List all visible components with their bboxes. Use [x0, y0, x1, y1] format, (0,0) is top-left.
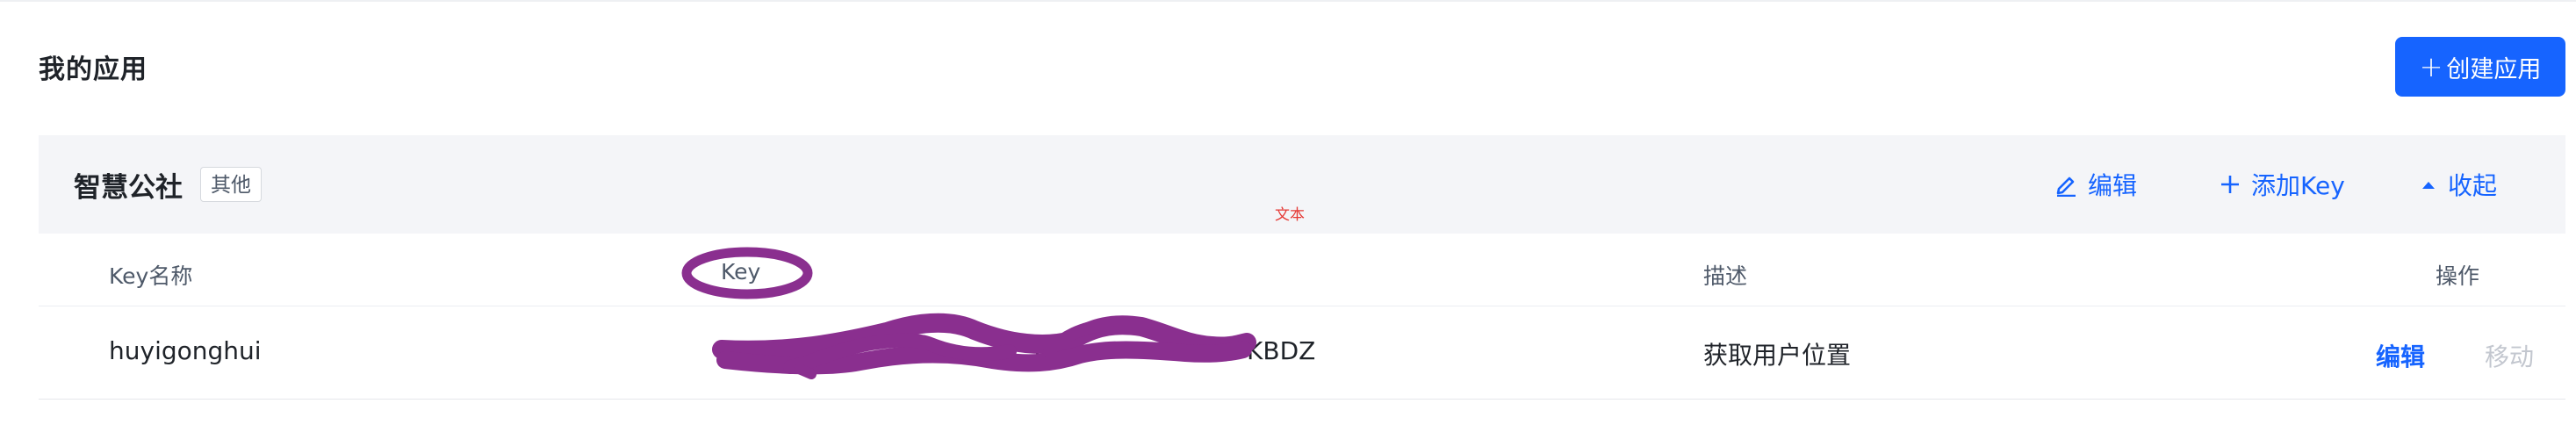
edit-app-button[interactable]: 编辑 — [2054, 167, 2137, 202]
key-value-end: KBDZ — [1247, 336, 1316, 365]
collapse-button[interactable]: 收起 — [2420, 167, 2497, 202]
plus-icon — [2221, 176, 2239, 193]
add-key-button[interactable]: 添加Key — [2220, 167, 2345, 202]
app-category-tag: 其他 — [200, 167, 262, 202]
header-key-name: Key名称 — [109, 263, 193, 289]
add-key-label: 添加Key — [2251, 171, 2345, 200]
caret-up-icon — [2422, 182, 2435, 189]
key-value-mid: OW — [1034, 336, 1078, 365]
plus-icon: + — [2419, 50, 2443, 83]
collapse-label: 收起 — [2448, 171, 2498, 200]
header-actions: 操作 — [2436, 263, 2480, 289]
edit-app-label: 编辑 — [2088, 171, 2138, 200]
annotation-note: 文本 — [1275, 206, 1305, 224]
app-name: 智慧公社 — [74, 172, 183, 204]
header-key: Key — [721, 259, 761, 285]
description-cell: 获取用户位置 — [1703, 341, 1852, 370]
key-name-cell: huyigonghui — [109, 336, 262, 365]
pencil-icon — [2056, 176, 2076, 197]
page-title: 我的应用 — [39, 54, 148, 85]
header-description: 描述 — [1703, 263, 1748, 289]
create-app-button[interactable]: + 创建应用 — [2395, 37, 2565, 97]
row-divider — [39, 399, 2565, 400]
top-divider — [0, 0, 2576, 2]
edit-key-button[interactable]: 编辑 — [2376, 338, 2425, 373]
key-value-start: Z — [718, 336, 736, 365]
create-app-label: 创建应用 — [2446, 55, 2542, 83]
move-key-button[interactable]: 移动 — [2485, 338, 2534, 373]
